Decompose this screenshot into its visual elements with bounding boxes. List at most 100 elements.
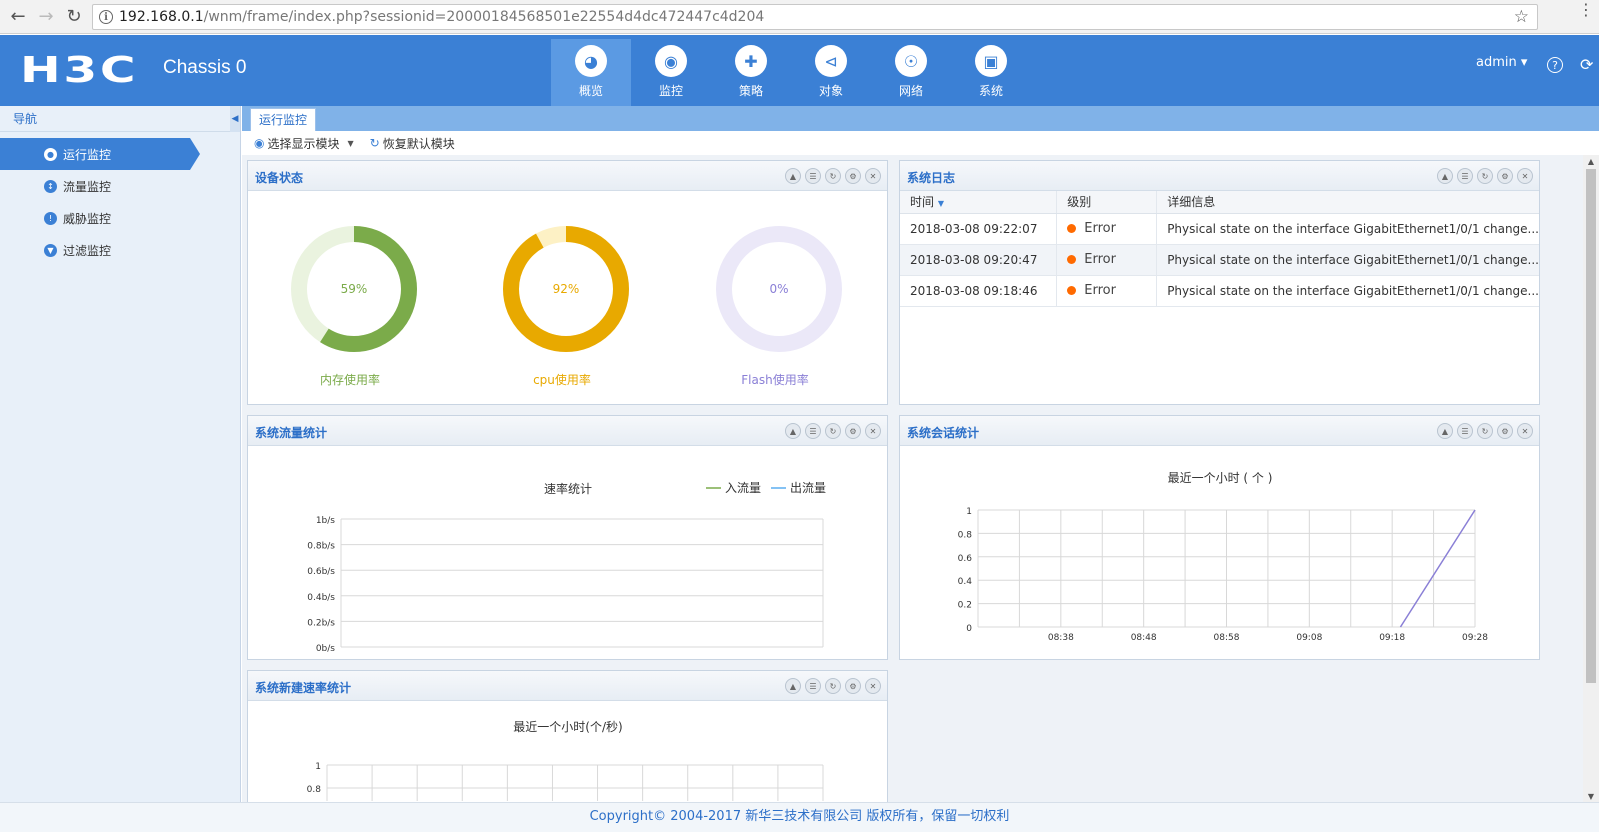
- select-modules-button[interactable]: ◉ 选择显示模块 ▼: [254, 135, 354, 152]
- table-row[interactable]: 2018-03-08 09:18:46 Error Physical state…: [900, 275, 1539, 307]
- address-bar[interactable]: i 192.168.0.1/wnm/frame/index.php?sessio…: [92, 4, 1538, 30]
- gear-icon[interactable]: ⚙: [845, 678, 861, 694]
- table-row[interactable]: 2018-03-08 09:20:47 Error Physical state…: [900, 244, 1539, 276]
- sidebar-item-run-monitor[interactable]: ● 运行监控: [0, 138, 200, 170]
- refresh-icon[interactable]: ↻: [825, 423, 841, 439]
- log-level-text: Error: [1084, 221, 1116, 236]
- info-icon[interactable]: i: [99, 10, 113, 24]
- refresh-icon[interactable]: ↻: [825, 168, 841, 184]
- column-header-detail[interactable]: 详细信息: [1156, 191, 1539, 214]
- log-time: 2018-03-08 09:20:47: [900, 244, 1057, 276]
- scroll-down-icon[interactable]: ▼: [1583, 790, 1599, 802]
- gauge-value-label: 59%: [341, 282, 368, 296]
- new-rate-stats-panel: 系统新建速率统计 ▲ ☰ ↻ ⚙ ✕ 最近一个小时(个/秒) 1 0.8: [247, 670, 888, 802]
- sidebar-title-text: 导航: [13, 112, 38, 126]
- list-icon[interactable]: ☰: [1457, 168, 1473, 184]
- reload-icon[interactable]: ↻: [60, 3, 88, 31]
- y-tick-label: 0.2b/s: [307, 618, 335, 628]
- threat-icon: !: [44, 211, 57, 225]
- top-nav-label: 监控: [658, 84, 683, 98]
- system-log-table: 时间 ▼ 级别 详细信息 2018-03-08 09:22:07 Error P…: [900, 191, 1539, 307]
- x-tick-label: 09:28: [1462, 633, 1488, 643]
- panel-tools: ▲ ☰ ↻ ⚙ ✕: [785, 678, 881, 694]
- x-tick-label: 09:08: [1296, 633, 1322, 643]
- select-modules-label: 选择显示模块: [267, 136, 340, 151]
- chart-title: 速率统计: [544, 481, 592, 496]
- refresh-icon[interactable]: ↻: [825, 678, 841, 694]
- sidebar-item-traffic-monitor[interactable]: ↕ 流量监控: [0, 170, 240, 202]
- back-icon[interactable]: ←: [4, 3, 32, 31]
- scroll-up-icon[interactable]: ▲: [1583, 155, 1599, 167]
- shield-icon: ✚: [735, 45, 767, 77]
- log-level: Error: [1056, 213, 1157, 245]
- collapse-panel-icon[interactable]: ▲: [785, 678, 801, 694]
- table-row[interactable]: 2018-03-08 09:22:07 Error Physical state…: [900, 213, 1539, 245]
- y-tick-label: 0.8: [958, 530, 973, 540]
- session-stats-panel: 系统会话统计 ▲ ☰ ↻ ⚙ ✕ 最近一个小时 ( 个 ) 1 0.8 0.6 0.4 0…: [899, 415, 1540, 660]
- column-header-level[interactable]: 级别: [1056, 191, 1157, 214]
- bookmark-star-icon[interactable]: ☆: [1514, 7, 1529, 27]
- gauge-area: 59% 内存使用率 92% cpu使用率 0% Flash使用率: [291, 226, 842, 387]
- collapse-panel-icon[interactable]: ▲: [1437, 423, 1453, 439]
- log-level: Error: [1056, 275, 1157, 307]
- chevron-down-icon: ▼: [347, 138, 354, 148]
- top-navigation: ◕ 概览 ◉ 监控 ✚ 策略 ⊲ 对象 ☉ 网络 ▣ 系统: [551, 39, 1031, 106]
- eye-icon: ◉: [254, 136, 265, 150]
- page-scrollbar[interactable]: ▲ ▼: [1583, 155, 1599, 802]
- close-icon[interactable]: ✕: [865, 423, 881, 439]
- list-icon[interactable]: ☰: [1457, 423, 1473, 439]
- user-menu[interactable]: admin ▾: [1476, 55, 1527, 70]
- gear-icon[interactable]: ⚙: [845, 423, 861, 439]
- y-tick-label: 1: [315, 762, 321, 772]
- gauge-value-label: 0%: [769, 282, 788, 296]
- gear-icon[interactable]: ⚙: [1497, 168, 1513, 184]
- list-icon[interactable]: ☰: [805, 168, 821, 184]
- refresh-icon[interactable]: ↻: [1477, 168, 1493, 184]
- top-nav-label: 概览: [578, 84, 603, 98]
- module-toolbar: ◉ 选择显示模块 ▼ ↻ 恢复默认模块: [242, 131, 1599, 155]
- top-nav-monitor[interactable]: ◉ 监控: [631, 39, 711, 106]
- close-icon[interactable]: ✕: [865, 678, 881, 694]
- x-tick-label: 08:48: [1131, 633, 1157, 643]
- sidebar-item-label: 流量监控: [63, 179, 112, 194]
- top-nav-network[interactable]: ☉ 网络: [871, 39, 951, 106]
- forward-icon[interactable]: →: [32, 3, 60, 31]
- top-nav-system[interactable]: ▣ 系统: [951, 39, 1031, 106]
- gear-icon[interactable]: ⚙: [845, 168, 861, 184]
- top-nav-policy[interactable]: ✚ 策略: [711, 39, 791, 106]
- refresh-icon[interactable]: ↻: [1477, 423, 1493, 439]
- help-icon[interactable]: ?: [1547, 57, 1563, 73]
- column-header-time[interactable]: 时间 ▼: [900, 191, 1057, 214]
- top-nav-object[interactable]: ⊲ 对象: [791, 39, 871, 106]
- log-level: Error: [1056, 244, 1157, 276]
- collapse-panel-icon[interactable]: ▲: [1437, 168, 1453, 184]
- sort-desc-icon: ▼: [937, 199, 944, 209]
- sidebar-title: 导航 ◀: [0, 106, 240, 132]
- collapse-panel-icon[interactable]: ▲: [785, 168, 801, 184]
- list-icon[interactable]: ☰: [805, 678, 821, 694]
- gear-icon[interactable]: ⚙: [1497, 423, 1513, 439]
- tab-run-monitor[interactable]: 运行监控: [250, 108, 317, 131]
- collapse-sidebar-icon[interactable]: ◀: [230, 106, 240, 132]
- device-status-panel: 设备状态 ▲ ☰ ↻ ⚙ ✕ 59% 内存使用率 92% cpu使用率 0% Flash使…: [247, 160, 888, 405]
- x-tick-label: 08:38: [1048, 633, 1074, 643]
- device-name: Chassis 0: [163, 57, 247, 78]
- top-nav-overview[interactable]: ◕ 概览: [551, 39, 631, 106]
- monitor-icon: ●: [44, 147, 57, 161]
- logout-icon[interactable]: ⟳: [1580, 55, 1593, 74]
- sidebar-item-filter-monitor[interactable]: ▼ 过滤监控: [0, 234, 240, 266]
- scroll-thumb[interactable]: [1586, 169, 1596, 683]
- list-icon[interactable]: ☰: [805, 423, 821, 439]
- close-icon[interactable]: ✕: [1517, 168, 1533, 184]
- app-header: H3C Chassis 0 ◕ 概览 ◉ 监控 ✚ 策略 ⊲ 对象 ☉ 网络 ▣…: [0, 35, 1599, 106]
- monitor-icon: ◉: [655, 45, 687, 77]
- legend-label: 出流量: [790, 481, 826, 495]
- browser-menu-icon[interactable]: ⋮: [1578, 2, 1594, 18]
- top-nav-label: 网络: [898, 84, 923, 98]
- panel-tools: ▲ ☰ ↻ ⚙ ✕: [1437, 168, 1533, 184]
- close-icon[interactable]: ✕: [1517, 423, 1533, 439]
- collapse-panel-icon[interactable]: ▲: [785, 423, 801, 439]
- sidebar-item-threat-monitor[interactable]: ! 威胁监控: [0, 202, 240, 234]
- close-icon[interactable]: ✕: [865, 168, 881, 184]
- restore-default-button[interactable]: ↻ 恢复默认模块: [370, 135, 455, 152]
